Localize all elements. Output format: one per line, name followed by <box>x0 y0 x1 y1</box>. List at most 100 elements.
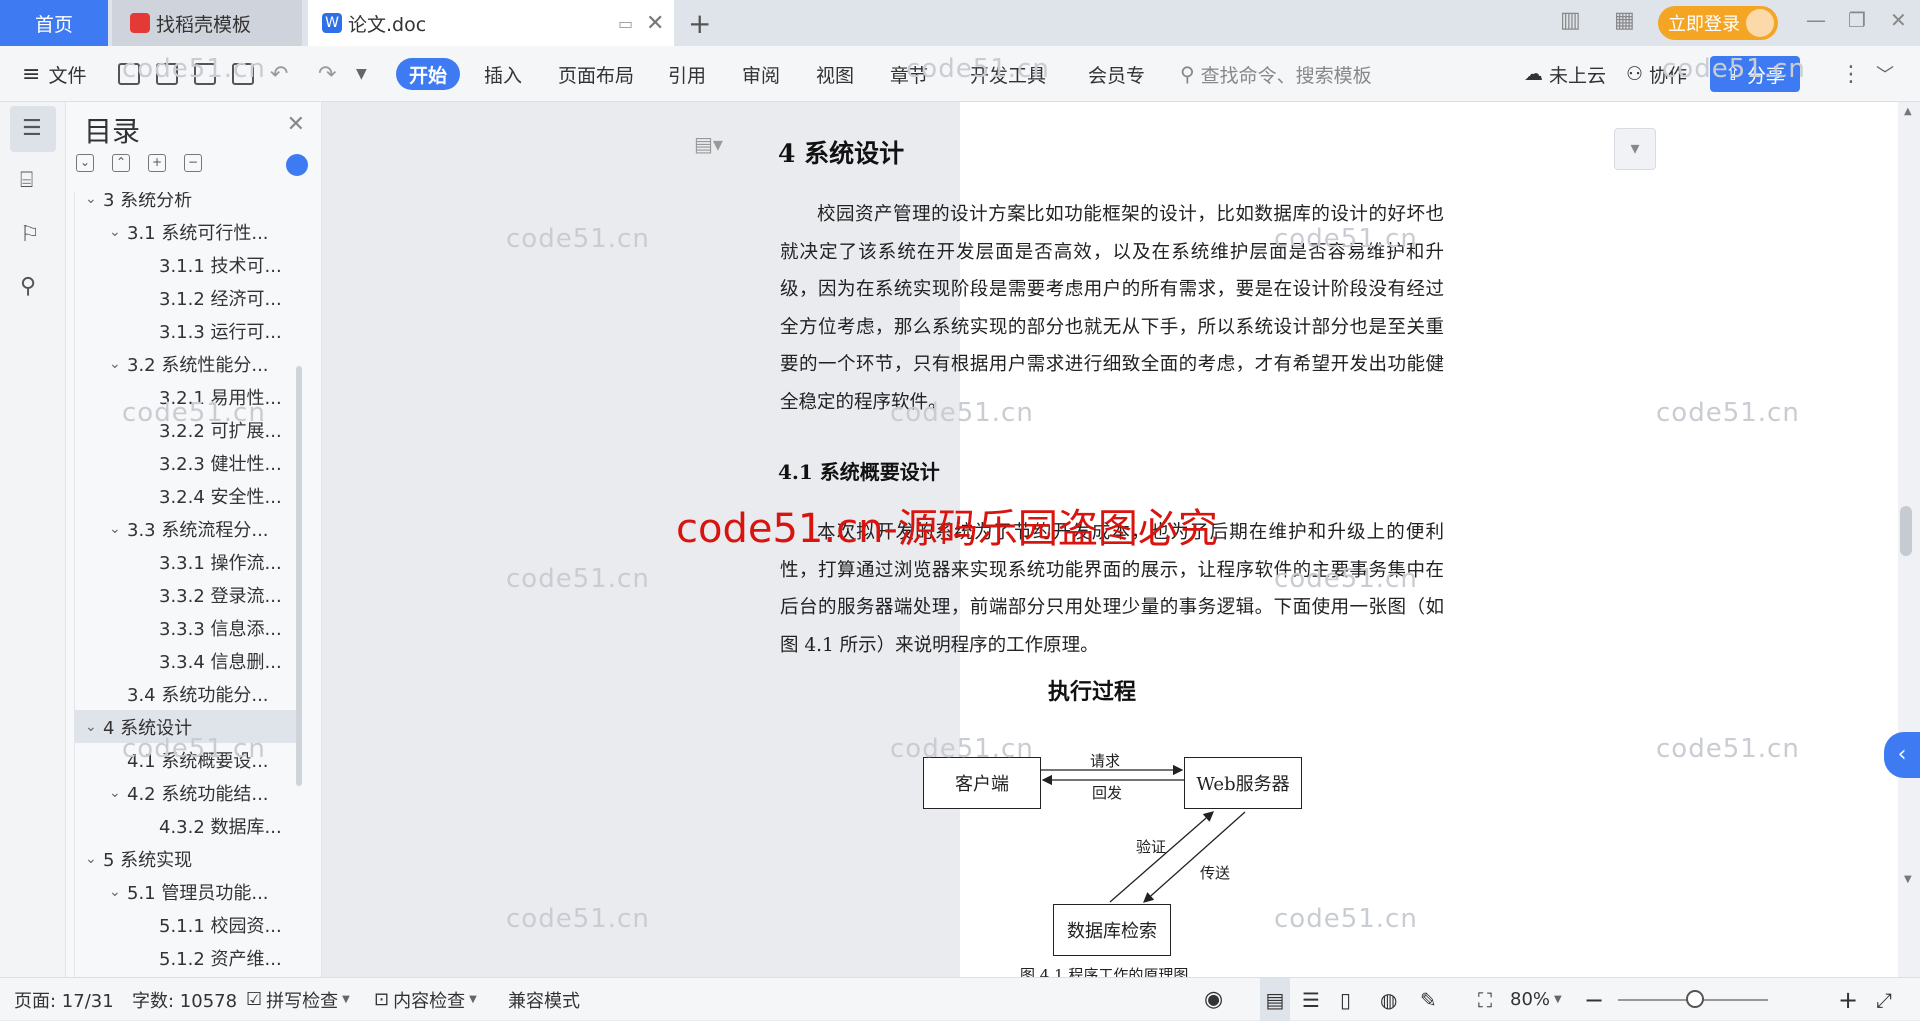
toc-item[interactable]: 4.3.2 数据库... <box>75 809 301 842</box>
toc-item-label: 3.2.4 安全性... <box>159 486 282 508</box>
chevron-down-icon[interactable]: ⌄ <box>109 521 127 537</box>
login-label: 立即登录 <box>1668 14 1740 35</box>
file-menu[interactable]: ≡ 文件 <box>22 46 86 102</box>
scroll-down-icon[interactable]: ▼ <box>1904 874 1912 885</box>
toc-item[interactable]: 3.2.3 健壮性... <box>75 446 301 479</box>
toc-item[interactable]: 3.3.4 信息删... <box>75 644 301 677</box>
request-label: 请求 <box>1090 752 1121 770</box>
reading-view-icon[interactable]: ▯ <box>1340 978 1351 1021</box>
pen-icon[interactable]: ✎ <box>1420 978 1437 1021</box>
toc-item[interactable]: ⌄ 5 系统实现 <box>75 842 301 875</box>
tab-docer-templates[interactable]: 找稻壳模板 <box>112 0 302 46</box>
command-search[interactable]: ⚲ 查找命令、搜索模板 <box>1180 46 1372 102</box>
menu-view[interactable]: 视图 <box>816 46 854 102</box>
menu-review[interactable]: 审阅 <box>742 46 780 102</box>
fullscreen-icon[interactable]: ⤢ <box>1876 978 1892 1021</box>
close-icon[interactable]: ✕ <box>287 112 305 137</box>
toc-item[interactable]: 5.1.2 资产维... <box>75 941 301 974</box>
smart-toc-icon[interactable] <box>286 154 308 176</box>
page-view-icon[interactable]: ▤ <box>1260 978 1290 1021</box>
web-view-icon[interactable]: ◍ <box>1380 978 1397 1021</box>
toc-item[interactable]: 3.1.1 技术可... <box>75 248 301 281</box>
toc-item[interactable]: 3.1.2 经济可... <box>75 281 301 314</box>
cloud-status-label: 未上云 <box>1549 64 1607 87</box>
paragraph-style-icon[interactable]: ▤▾ <box>694 132 723 156</box>
remove-heading-icon[interactable]: − <box>184 154 202 172</box>
chevron-down-icon[interactable]: ⌄ <box>109 785 127 801</box>
fit-page-icon[interactable]: ⛶ <box>1478 978 1492 1021</box>
minimize-icon[interactable]: — <box>1806 8 1826 32</box>
new-tab-button[interactable]: + <box>688 0 711 46</box>
close-tab-icon[interactable]: ✕ <box>646 11 664 36</box>
add-heading-icon[interactable]: + <box>148 154 166 172</box>
maximize-icon[interactable]: ❐ <box>1848 8 1866 32</box>
navigation-icon[interactable]: ⌸ <box>20 168 46 194</box>
zoom-level[interactable]: 80% ▼ <box>1510 978 1562 1021</box>
watermark: code51.cn <box>1656 734 1800 764</box>
menu-references[interactable]: 引用 <box>668 46 706 102</box>
chevron-down-icon: ▼ <box>1554 994 1562 1005</box>
close-window-icon[interactable]: ✕ <box>1890 8 1907 32</box>
chevron-down-icon[interactable]: ⌄ <box>85 719 103 735</box>
scroll-up-icon[interactable]: ▲ <box>1904 106 1912 117</box>
collapse-ribbon-icon[interactable]: ﹀ <box>1876 46 1894 102</box>
toc-item[interactable]: 3.1.3 运行可... <box>75 314 301 347</box>
toc-item[interactable]: 3.2.4 安全性... <box>75 479 301 512</box>
toc-item[interactable]: ⌄ 5.1 管理员功能... <box>75 875 301 908</box>
redo-icon[interactable]: ↷ <box>318 46 336 102</box>
toc-item-label: 3.3.4 信息删... <box>159 651 282 673</box>
layout-icon[interactable]: ▥ <box>1560 8 1581 33</box>
screen-icon[interactable]: ▭ <box>618 14 633 33</box>
chevron-down-icon[interactable]: ⌄ <box>109 884 127 900</box>
file-menu-label: 文件 <box>48 64 87 87</box>
expand-all-icon[interactable]: ⌄ <box>76 154 94 172</box>
menu-insert[interactable]: 插入 <box>484 46 522 102</box>
spell-check-button[interactable]: ☑ 拼写检查 ▼ <box>246 978 350 1021</box>
content-check-button[interactable]: ⊡ 内容检查 ▼ <box>374 978 477 1021</box>
menu-page-layout[interactable]: 页面布局 <box>558 46 634 102</box>
toc-item[interactable]: ⌄ 3.1 系统可行性... <box>75 215 301 248</box>
toc-item[interactable]: ⌄ 4.2 系统功能结... <box>75 776 301 809</box>
page-count[interactable]: 页面: 17/31 <box>14 978 114 1021</box>
eye-protection-icon[interactable]: ◉ <box>1204 978 1223 1021</box>
filter-panel-icon[interactable]: ▾ <box>1614 128 1656 170</box>
toc-item[interactable]: ⌄ 3 系统分析 <box>75 192 301 215</box>
chevron-down-icon[interactable]: ⌄ <box>85 192 103 207</box>
diagram-title: 执行过程 <box>1048 679 1137 705</box>
toc-item[interactable]: 3.3.2 登录流... <box>75 578 301 611</box>
toc-item[interactable]: ⌄ 3.3 系统流程分... <box>75 512 301 545</box>
chevron-down-icon[interactable]: ⌄ <box>85 851 103 867</box>
tab-document[interactable]: W 论文.doc ▭ ✕ <box>308 0 674 46</box>
toc-item[interactable]: ⌄ 3.2 系统性能分... <box>75 347 301 380</box>
scrollbar-thumb[interactable] <box>1900 506 1912 556</box>
more-options-icon[interactable]: ⋮ <box>1840 46 1862 102</box>
toc-item[interactable]: 3.4 系统功能分... <box>75 677 301 710</box>
toc-item[interactable]: 3.3.1 操作流... <box>75 545 301 578</box>
toc-item[interactable]: 3.3.3 信息添... <box>75 611 301 644</box>
collapse-all-icon[interactable]: ⌃ <box>112 154 130 172</box>
word-count[interactable]: 字数: 10578 <box>132 978 237 1021</box>
login-button[interactable]: 立即登录 <box>1658 6 1778 40</box>
menu-start[interactable]: 开始 <box>396 58 460 90</box>
undo-icon[interactable]: ↶ <box>270 46 288 102</box>
outline-view-icon[interactable]: ☰ <box>1302 978 1320 1021</box>
watermark: code51.cn <box>1656 398 1800 428</box>
toc-item-label: 3.4 系统功能分... <box>127 684 269 706</box>
chevron-down-icon[interactable]: ⌄ <box>109 224 127 240</box>
zoom-out-icon[interactable]: − <box>1584 978 1604 1021</box>
zoom-slider-handle[interactable] <box>1686 990 1704 1008</box>
toc-scrollbar[interactable] <box>296 366 302 786</box>
menu-more-icon[interactable]: › <box>1136 46 1142 102</box>
find-icon[interactable]: ⚲ <box>20 274 46 300</box>
chevron-down-icon[interactable]: ⌄ <box>109 356 127 372</box>
quick-access-dropdown-icon[interactable]: ▼ <box>356 46 367 102</box>
tab-home[interactable]: 首页 <box>0 0 108 46</box>
cloud-status[interactable]: ☁ 未上云 <box>1524 46 1606 102</box>
collapse-side-panel-icon[interactable]: ‹ <box>1884 732 1920 778</box>
bookmark-icon[interactable]: ⚐ <box>20 222 46 248</box>
toc-item-label: 3.2 系统性能分... <box>127 354 269 376</box>
zoom-in-icon[interactable]: + <box>1838 978 1858 1021</box>
toc-panel-icon[interactable]: ☰ <box>10 106 56 152</box>
toc-item[interactable]: 5.1.1 校园资... <box>75 908 301 941</box>
apps-grid-icon[interactable]: ▦ <box>1614 8 1635 33</box>
